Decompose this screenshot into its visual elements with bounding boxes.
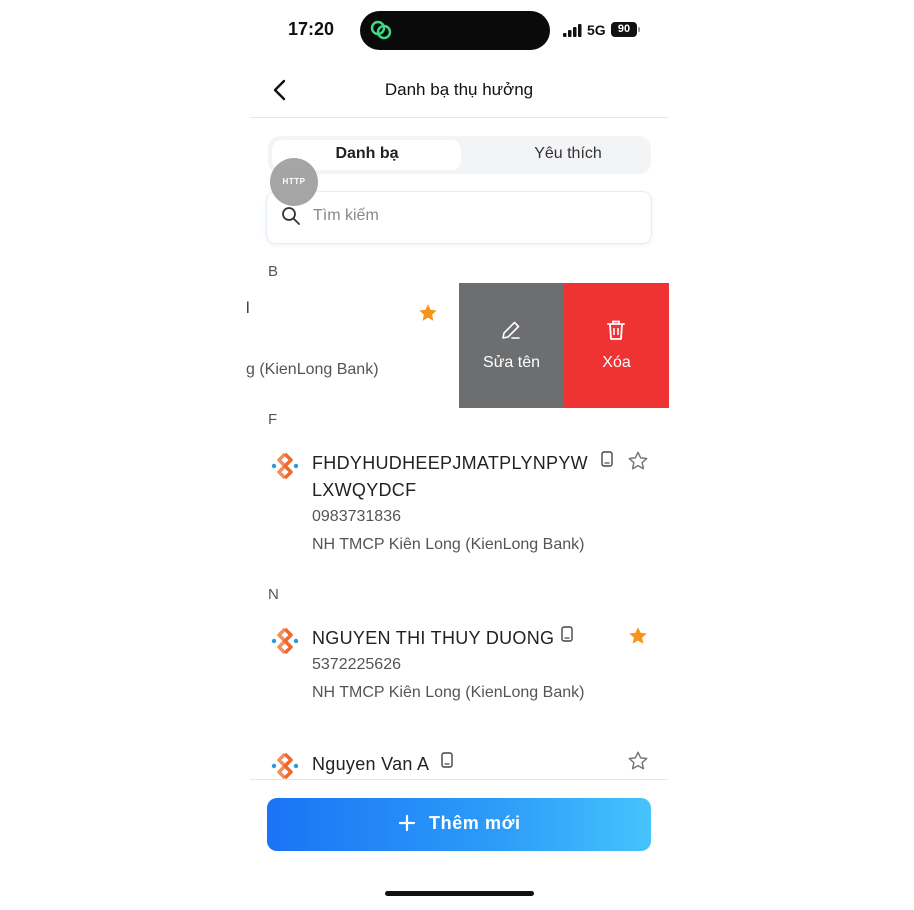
- plus-icon: [398, 814, 416, 832]
- section-header-b: B: [268, 263, 279, 280]
- kienlong-bank-logo-icon: [271, 627, 299, 655]
- list-divider: [250, 779, 668, 780]
- link-app-icon: [370, 20, 392, 40]
- network-type: 5G: [587, 22, 606, 38]
- http-debug-badge[interactable]: HTTP: [270, 158, 318, 206]
- delete-action-button[interactable]: [564, 283, 669, 408]
- delete-action-label: Xóa: [602, 354, 631, 371]
- status-time: 17:20: [288, 19, 335, 39]
- favorite-star-filled-icon[interactable]: [417, 302, 439, 324]
- rename-action-button[interactable]: [459, 283, 564, 408]
- contact-account-number: 0983731836: [312, 508, 401, 525]
- home-indicator[interactable]: [385, 891, 534, 896]
- section-header-f: F: [268, 411, 278, 428]
- swiped-contact-name[interactable]: l: [246, 300, 250, 318]
- tab-favorites[interactable]: Yêu thích: [473, 145, 663, 163]
- battery-cap: [638, 27, 640, 32]
- swiped-contact-bank: g (KienLong Bank): [246, 361, 379, 378]
- contact-account-number: 5372225626: [312, 656, 401, 673]
- phone-icon: [441, 752, 453, 768]
- favorite-star-outline-icon[interactable]: [627, 750, 649, 772]
- battery-icon: 90: [611, 22, 637, 37]
- section-header-n: N: [268, 586, 279, 603]
- favorite-star-outline-icon[interactable]: [627, 450, 649, 472]
- contact-name[interactable]: NGUYEN THI THUY DUONG: [312, 628, 554, 649]
- contact-bank-name: NH TMCP Kiên Long (KienLong Bank): [312, 536, 585, 553]
- kienlong-bank-logo-icon: [271, 452, 299, 480]
- add-new-label: Thêm mới: [429, 813, 521, 833]
- trash-icon: [607, 320, 625, 340]
- kienlong-bank-logo-icon: [271, 752, 299, 780]
- rename-action-label: Sửa tên: [483, 354, 540, 371]
- cellular-signal-icon: [563, 24, 582, 37]
- search-input[interactable]: [313, 204, 633, 228]
- contact-bank-name: NH TMCP Kiên Long (KienLong Bank): [312, 684, 585, 701]
- contact-name[interactable]: Nguyen Van A: [312, 754, 429, 775]
- page-title: Danh bạ thụ hưởng: [384, 80, 534, 99]
- phone-icon: [561, 626, 573, 642]
- favorite-star-filled-icon[interactable]: [627, 625, 649, 647]
- phone-icon: [601, 451, 613, 467]
- search-icon: [282, 207, 300, 225]
- contact-name-continued[interactable]: LXWQYDCF: [312, 480, 416, 501]
- header-divider: [250, 117, 668, 118]
- contact-name[interactable]: FHDYHUDHEEPJMATPLYNPYW: [312, 453, 588, 474]
- pencil-icon: [502, 321, 520, 339]
